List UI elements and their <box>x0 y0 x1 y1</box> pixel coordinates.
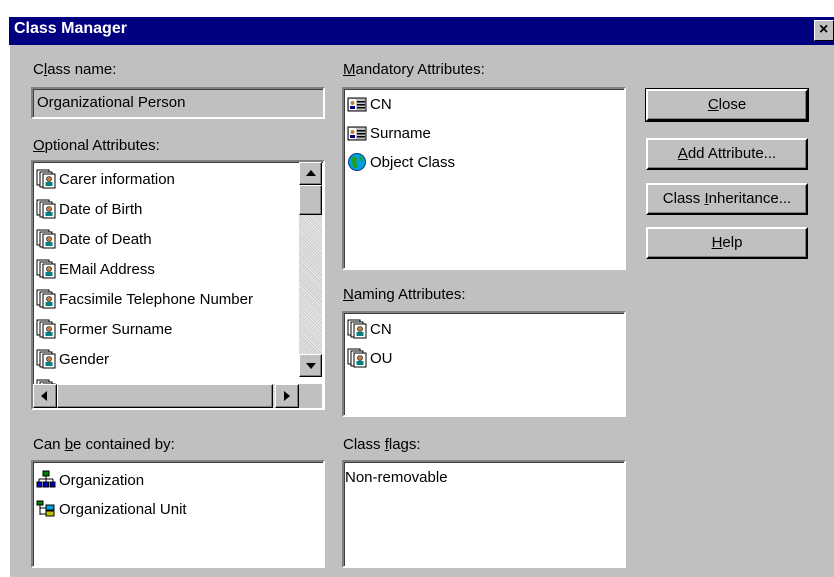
optional-attribute-item[interactable]: EMail Address <box>36 256 155 282</box>
optional-attribute-item[interactable]: Date of Death <box>36 226 152 252</box>
optional-attribute-item-label: Gender <box>59 350 110 368</box>
close-button[interactable]: Close <box>645 88 809 122</box>
class-name-field[interactable]: Organizational Person <box>31 87 325 119</box>
class-flags-value: Non-removable <box>345 469 448 486</box>
vertical-scroll-thumb[interactable] <box>299 185 322 215</box>
optional-attribute-item-label: EMail Address <box>59 260 155 278</box>
attribute-stack-icon <box>36 169 56 189</box>
scroll-right-button[interactable] <box>275 384 299 408</box>
optional-attributes-label: Optional Attributes: <box>33 137 160 154</box>
contained-by-item-label: Organizational Unit <box>59 500 187 518</box>
horizontal-scroll-thumb[interactable] <box>57 384 273 408</box>
contained-by-item[interactable]: Organization <box>36 467 144 493</box>
contained-by-label: Can be contained by: <box>33 436 175 453</box>
mandatory-attribute-item-label: CN <box>370 95 392 113</box>
attribute-stack-icon <box>36 289 56 309</box>
organization-icon <box>36 470 56 490</box>
mandatory-attribute-item[interactable]: Object Class <box>347 149 455 175</box>
optional-attribute-item-label: Former Surname <box>59 320 173 338</box>
contained-by-item-label: Organization <box>59 471 145 489</box>
optional-attribute-item[interactable]: Facsimile Telephone Number <box>36 286 253 312</box>
attribute-card-icon <box>347 123 367 143</box>
mandatory-attributes-label: Mandatory Attributes: <box>343 61 485 78</box>
optional-attribute-item[interactable]: Gender <box>36 346 109 372</box>
attribute-stack-icon <box>36 199 56 219</box>
globe-icon <box>347 152 367 172</box>
optional-attribute-item[interactable]: Carer information <box>36 166 175 192</box>
naming-attribute-item-label: CN <box>370 320 392 338</box>
optional-attribute-item[interactable]: Date of Birth <box>36 196 142 222</box>
class-flags-label: Class flags: <box>343 436 421 453</box>
optional-attributes-list[interactable]: Carer information Date of Birth Date of De… <box>31 160 325 410</box>
attribute-card-icon <box>347 94 367 114</box>
mandatory-attribute-item[interactable]: Surname <box>347 120 431 146</box>
optional-attribute-item-label: Facsimile Telephone Number <box>59 290 253 308</box>
attribute-stack-icon <box>36 319 56 339</box>
attribute-stack-icon <box>347 319 367 339</box>
scrollbar-corner <box>299 384 322 408</box>
attribute-stack-icon <box>36 349 56 369</box>
scroll-down-button[interactable] <box>299 354 322 377</box>
optional-attribute-item[interactable]: Former Surname <box>36 316 172 342</box>
class-inheritance-button[interactable]: Class Inheritance... <box>646 183 808 215</box>
naming-attributes-label: Naming Attributes: <box>343 286 466 303</box>
attribute-stack-icon <box>36 229 56 249</box>
class-name-value: Organizational Person <box>37 94 186 111</box>
mandatory-attributes-list[interactable]: CN Surname Object Class <box>342 87 626 270</box>
contained-by-list[interactable]: Organization Organizational Unit <box>31 460 325 568</box>
help-button[interactable]: Help <box>646 227 808 259</box>
window-title: Class Manager <box>14 20 127 37</box>
title-bar[interactable]: Class Manager × <box>9 17 834 45</box>
naming-attribute-item[interactable]: OU <box>347 345 393 371</box>
naming-attribute-item[interactable]: CN <box>347 316 392 342</box>
arrow-right-icon <box>284 391 290 401</box>
naming-attribute-item-label: OU <box>370 349 393 367</box>
optional-attribute-item-label: Date of Birth <box>59 200 143 218</box>
org-unit-icon <box>36 499 56 519</box>
mandatory-attribute-item-label: Surname <box>370 124 431 142</box>
mandatory-attribute-item-label: Object Class <box>370 153 456 171</box>
close-window-button[interactable]: × <box>814 20 834 41</box>
optional-attribute-item-label: Date of Death <box>59 230 152 248</box>
scroll-up-button[interactable] <box>299 162 322 185</box>
contained-by-item[interactable]: Organizational Unit <box>36 496 187 522</box>
class-name-label: Class name: <box>33 61 117 78</box>
mandatory-attribute-item[interactable]: CN <box>347 91 392 117</box>
class-flags-field[interactable]: Non-removable <box>342 460 626 568</box>
arrow-up-icon <box>306 170 316 176</box>
arrow-down-icon <box>306 363 316 369</box>
naming-attributes-list[interactable]: CN OU <box>342 311 626 417</box>
scroll-left-button[interactable] <box>33 384 57 408</box>
optional-attribute-item-label: Carer information <box>59 170 175 188</box>
add-attribute-button[interactable]: Add Attribute... <box>646 138 808 170</box>
arrow-left-icon <box>41 391 47 401</box>
attribute-stack-icon <box>36 259 56 279</box>
close-icon: × <box>819 21 829 38</box>
attribute-stack-icon <box>347 348 367 368</box>
